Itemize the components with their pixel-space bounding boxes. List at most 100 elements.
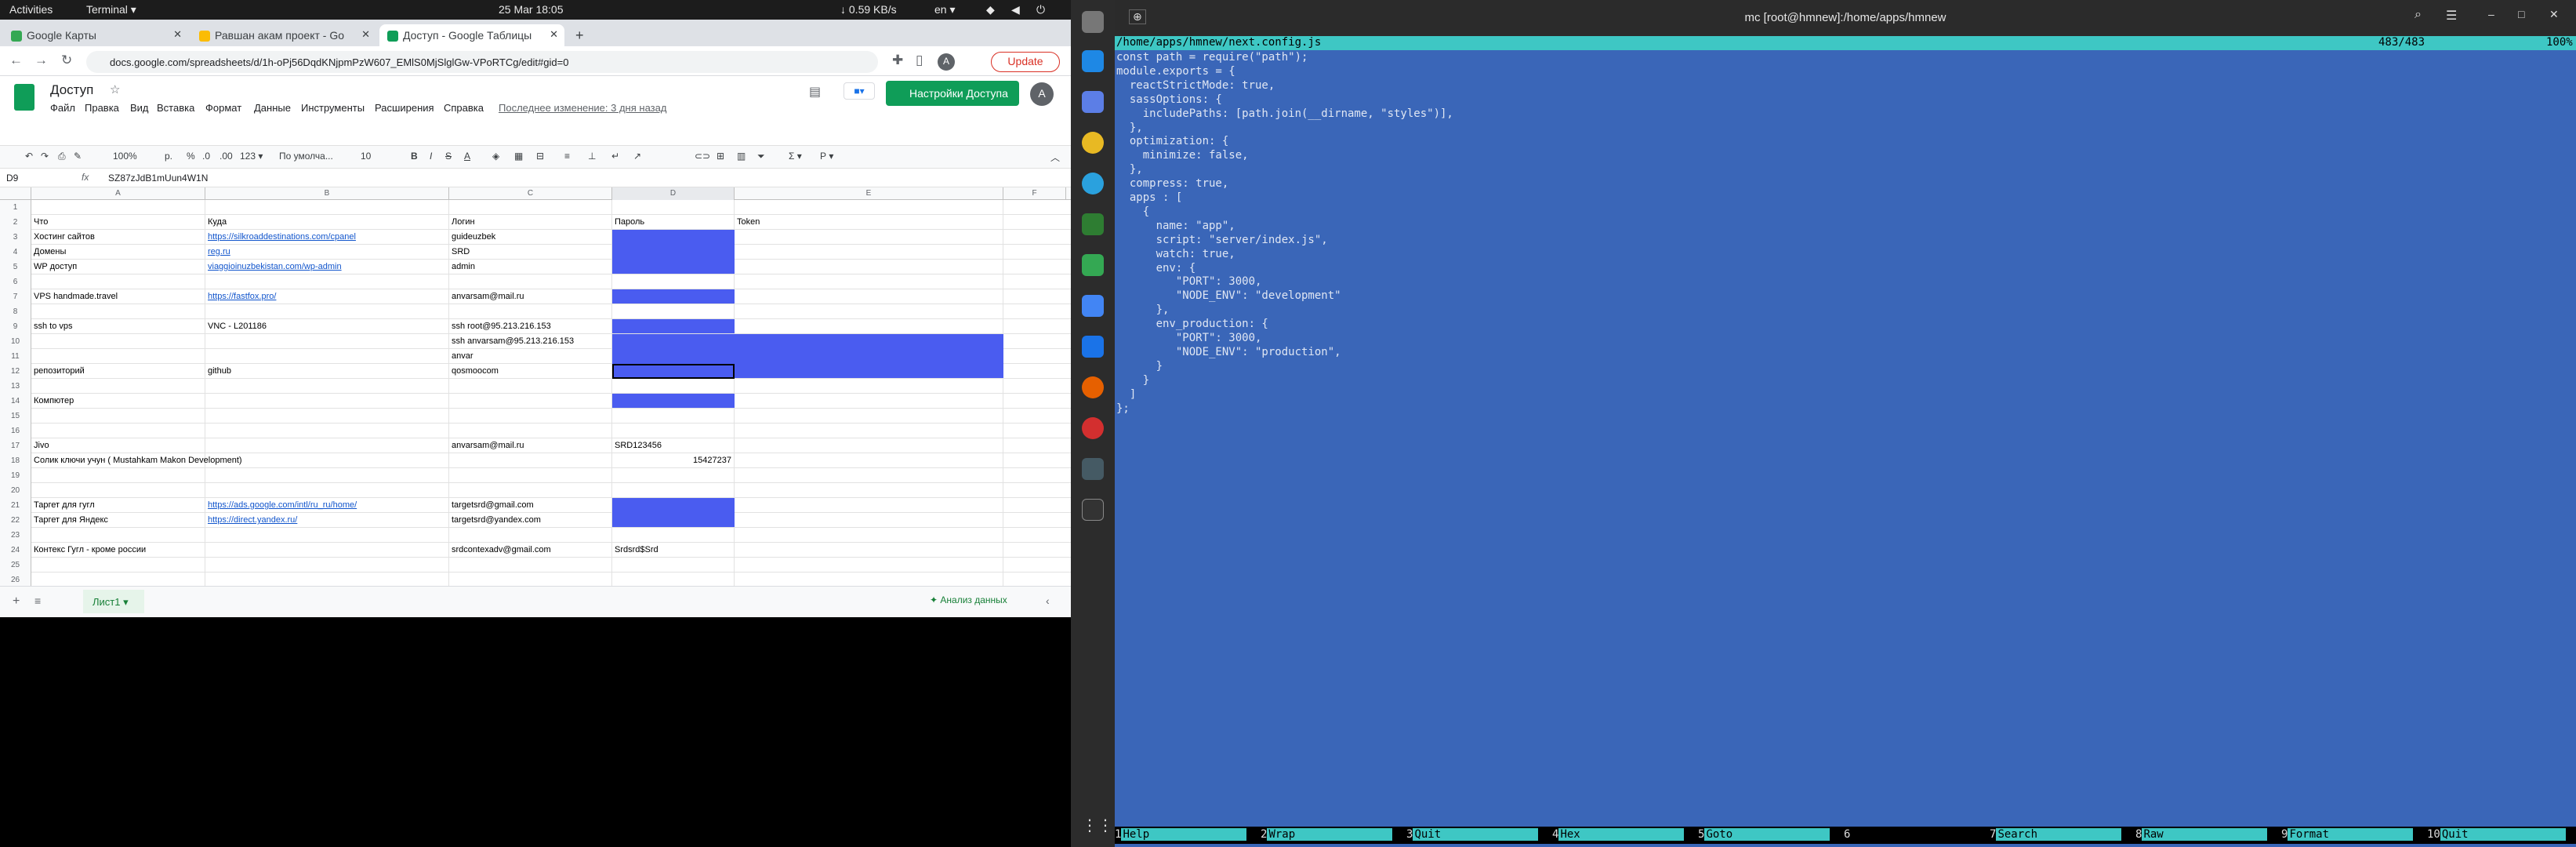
language-indicator[interactable]: en ▾ <box>934 3 956 16</box>
table-cell[interactable] <box>31 304 205 319</box>
opera-icon[interactable] <box>1082 417 1104 439</box>
table-cell[interactable] <box>31 409 205 424</box>
sheet-tab[interactable]: Лист1 ▾ <box>83 590 144 613</box>
wrap-icon[interactable]: ↵ <box>611 151 619 162</box>
table-cell[interactable] <box>735 468 1003 483</box>
table-cell[interactable]: qosmoocom <box>449 364 612 379</box>
table-cell[interactable] <box>449 453 612 468</box>
docs-app-icon[interactable] <box>1082 295 1104 317</box>
table-cell[interactable]: Пароль <box>612 215 735 230</box>
link-icon[interactable]: ⊂⊃ <box>695 151 710 162</box>
chart-icon[interactable]: ▥ <box>737 151 746 162</box>
table-cell[interactable]: targetsrd@yandex.com <box>449 513 612 528</box>
terminal-icon[interactable] <box>1082 499 1104 521</box>
close-icon[interactable]: ✕ <box>361 28 370 41</box>
chevron-up-icon[interactable]: ︿ <box>1050 151 1060 164</box>
table-cell[interactable] <box>735 543 1003 558</box>
row-number[interactable]: 11 <box>0 349 31 364</box>
table-cell[interactable] <box>205 334 449 349</box>
row-number[interactable]: 3 <box>0 230 31 245</box>
menu-view[interactable]: Вид <box>130 102 149 114</box>
table-cell[interactable] <box>205 304 449 319</box>
table-cell[interactable] <box>612 274 735 289</box>
row-number[interactable]: 19 <box>0 468 31 483</box>
search-icon[interactable]: ⌕ <box>2415 8 2422 22</box>
italic-icon[interactable]: I <box>430 151 432 162</box>
vscode-icon[interactable] <box>1082 50 1104 72</box>
row-number[interactable]: 24 <box>0 543 31 558</box>
row-number[interactable]: 18 <box>0 453 31 468</box>
table-cell[interactable] <box>205 453 449 468</box>
explore-button[interactable]: ✦ Анализ данных <box>930 594 1007 605</box>
table-cell[interactable] <box>205 528 449 543</box>
table-cell[interactable]: https://ads.google.com/intl/ru_ru/home/ <box>205 498 449 513</box>
comment-icon[interactable]: ⊞ <box>717 151 724 162</box>
table-cell[interactable]: srdcontexadv@gmail.com <box>449 543 612 558</box>
menu-file[interactable]: Файл <box>50 102 75 114</box>
table-cell[interactable] <box>735 498 1003 513</box>
table-cell[interactable] <box>735 289 1003 304</box>
currency-icon[interactable]: р. <box>165 151 172 162</box>
paint-format-icon[interactable]: ✎ <box>74 151 82 162</box>
document-title[interactable]: Доступ <box>50 82 93 98</box>
table-cell[interactable] <box>735 230 1003 245</box>
row-number[interactable]: 9 <box>0 319 31 334</box>
table-cell[interactable]: github <box>205 364 449 379</box>
row-number[interactable]: 25 <box>0 558 31 573</box>
table-cell[interactable] <box>449 200 612 215</box>
menu-data[interactable]: Данные <box>254 102 291 114</box>
row-number[interactable]: 8 <box>0 304 31 319</box>
last-edit-link[interactable]: Последнее изменение: 3 дня назад <box>499 102 666 114</box>
tab-google-maps[interactable]: Google Карты ✕ <box>3 24 188 46</box>
table-cell[interactable]: https://direct.yandex.ru/ <box>205 513 449 528</box>
avatar[interactable]: A <box>1030 82 1054 106</box>
forward-icon[interactable]: → <box>34 53 48 68</box>
row-number[interactable]: 14 <box>0 394 31 409</box>
more-formats-icon[interactable]: 123 ▾ <box>240 151 263 162</box>
volume-icon[interactable]: ◀ <box>1011 3 1020 16</box>
close-icon[interactable]: ✕ <box>550 28 558 41</box>
table-cell[interactable] <box>449 483 612 498</box>
table-cell[interactable] <box>612 379 735 394</box>
table-cell[interactable]: WP доступ <box>31 260 205 274</box>
table-cell[interactable]: Хостинг сайтов <box>31 230 205 245</box>
row-number[interactable]: 20 <box>0 483 31 498</box>
back-icon[interactable]: ← <box>9 53 23 68</box>
mail-icon[interactable] <box>1082 336 1104 358</box>
percent-icon[interactable]: % <box>187 151 195 162</box>
files-icon[interactable] <box>1082 11 1104 33</box>
valign-icon[interactable]: ⊥ <box>588 151 596 162</box>
fill-color-icon[interactable]: ◈ <box>492 151 499 162</box>
table-cell[interactable] <box>612 409 735 424</box>
extensions-icon[interactable]: ✚ <box>892 53 903 68</box>
table-cell[interactable] <box>735 260 1003 274</box>
table-cell[interactable] <box>735 558 1003 573</box>
table-cell[interactable]: ssh anvarsam@95.213.216.153 <box>449 334 612 349</box>
activities-button[interactable]: Activities <box>9 3 53 16</box>
new-tab-button[interactable]: + <box>569 24 593 46</box>
table-cell[interactable] <box>735 274 1003 289</box>
table-cell[interactable]: anvar <box>449 349 612 364</box>
fkey-3[interactable]: 3 Quit <box>1406 828 1539 842</box>
table-cell[interactable] <box>612 468 735 483</box>
rotate-icon[interactable]: ↗ <box>633 151 641 162</box>
table-cell[interactable] <box>31 573 205 586</box>
table-cell[interactable]: Логин <box>449 215 612 230</box>
name-box[interactable]: D9 <box>6 173 18 184</box>
add-sheet-icon[interactable]: + <box>13 594 20 609</box>
show-apps-icon[interactable]: ⋮⋮ <box>1082 816 1113 838</box>
table-cell[interactable]: https://silkroaddestinations.com/cpanel <box>205 230 449 245</box>
table-cell[interactable] <box>205 394 449 409</box>
table-cell[interactable]: https://fastfox.pro/ <box>205 289 449 304</box>
table-cell[interactable] <box>449 558 612 573</box>
column-header[interactable]: E <box>735 187 1003 200</box>
fkey-5[interactable]: 5 Goto <box>1698 828 1830 842</box>
decimal-increase-icon[interactable]: .00 <box>220 151 233 162</box>
table-cell[interactable] <box>449 409 612 424</box>
redo-icon[interactable]: ↷ <box>41 151 49 162</box>
table-cell[interactable]: SRD123456 <box>612 438 735 453</box>
row-number[interactable]: 15 <box>0 409 31 424</box>
power-icon[interactable]: ⏻ <box>1036 3 1045 16</box>
mcedit-viewer[interactable]: /home/apps/hmnew/next.config.js 483/483 … <box>1115 36 2576 827</box>
table-cell[interactable] <box>31 483 205 498</box>
